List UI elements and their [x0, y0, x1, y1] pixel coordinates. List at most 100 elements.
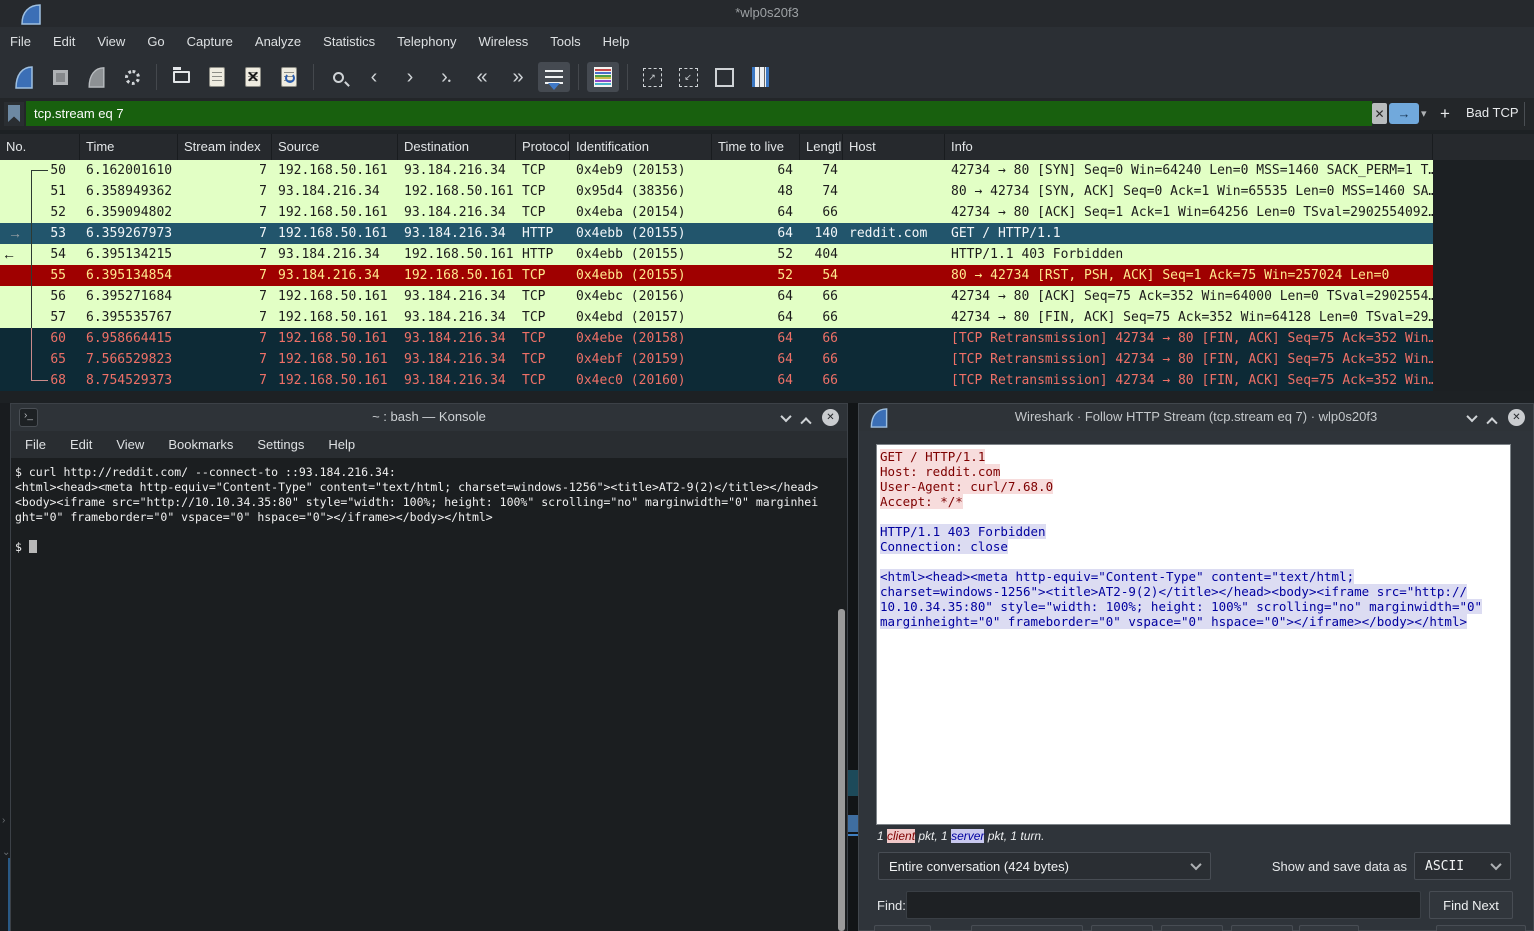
clear-filter-icon[interactable]: ✕	[1372, 103, 1387, 124]
column-header-proto[interactable]: Protocol	[516, 134, 570, 160]
column-header-ident[interactable]: Identification	[570, 134, 712, 160]
menu-edit[interactable]: Edit	[53, 34, 75, 49]
menu-capture[interactable]: Capture	[187, 34, 233, 49]
cell-ident: 0x4ebe (20158)	[570, 328, 712, 349]
add-filter-button[interactable]: +	[1440, 104, 1450, 124]
menu-file[interactable]: File	[10, 34, 31, 49]
menu-statistics[interactable]: Statistics	[323, 34, 375, 49]
cell-ident: 0x4ebb (20155)	[570, 223, 712, 244]
zoom-in-icon[interactable]: ↗	[636, 62, 668, 92]
bookmark-icon[interactable]	[4, 102, 24, 126]
main-titlebar[interactable]: *wlp0s20f3	[0, 0, 1534, 27]
terminal-scrollbar[interactable]	[838, 609, 845, 931]
konsole-menu-settings[interactable]: Settings	[257, 437, 304, 452]
bottom-button-sliver[interactable]	[1299, 925, 1359, 931]
packet-row[interactable]: 688.7545293737192.168.50.16193.184.216.3…	[0, 370, 1433, 391]
menu-telephony[interactable]: Telephony	[397, 34, 456, 49]
konsole-titlebar[interactable]: ›_ ~ : bash — Konsole ✕	[11, 404, 847, 431]
bottom-button-sliver[interactable]	[1436, 925, 1526, 931]
auto-scroll-icon[interactable]	[538, 62, 570, 92]
background-scrollbar-fragment[interactable]	[848, 815, 858, 832]
column-header-dest[interactable]: Destination	[398, 134, 516, 160]
minimize-icon[interactable]	[1466, 410, 1477, 421]
packet-row[interactable]: 657.5665298237192.168.50.16193.184.216.3…	[0, 349, 1433, 370]
column-header-stream[interactable]: Stream index	[178, 134, 272, 160]
show-save-label: Show and save data as	[1267, 859, 1407, 874]
filter-shortcut-bad-tcp[interactable]: Bad TCP	[1466, 105, 1519, 120]
terminal-output[interactable]: $ curl http://reddit.com/ --connect-to :…	[11, 458, 847, 931]
restart-capture-icon[interactable]	[80, 62, 112, 92]
konsole-menu-file[interactable]: File	[25, 437, 46, 452]
find-packet-icon[interactable]	[322, 62, 354, 92]
konsole-menu-bookmarks[interactable]: Bookmarks	[168, 437, 233, 452]
konsole-menu-help[interactable]: Help	[328, 437, 355, 452]
find-next-button[interactable]: Find Next	[1429, 891, 1513, 919]
column-header-no[interactable]: No.	[0, 134, 80, 160]
bottom-button-sliver[interactable]	[874, 925, 931, 931]
main-toolbar: ✕ ‹ › ›• « » ↗ ↙	[0, 56, 1534, 98]
conversation-select[interactable]: Entire conversation (424 bytes)	[878, 852, 1211, 880]
column-header-info[interactable]: Info	[945, 134, 1433, 160]
bottom-button-sliver[interactable]	[1231, 925, 1293, 931]
packet-row[interactable]: 546.395134215793.184.216.34192.168.50.16…	[0, 244, 1433, 265]
display-filter-input[interactable]: tcp.stream eq 7	[26, 101, 1372, 126]
find-input[interactable]	[906, 891, 1421, 919]
bottom-button-sliver[interactable]	[1161, 925, 1223, 931]
stream-content[interactable]: GET / HTTP/1.1Host: reddit.comUser-Agent…	[876, 444, 1511, 825]
stop-capture-icon[interactable]	[44, 62, 76, 92]
konsole-menu-edit[interactable]: Edit	[70, 437, 92, 452]
konsole-menu-view[interactable]: View	[116, 437, 144, 452]
packet-row[interactable]: 556.395134854793.184.216.34192.168.50.16…	[0, 265, 1433, 286]
packet-list-header[interactable]: No.TimeStream indexSourceDestinationProt…	[0, 134, 1534, 160]
column-header-time[interactable]: Time	[80, 134, 178, 160]
start-capture-icon[interactable]	[8, 62, 40, 92]
cell-time: 6.359094802	[80, 202, 178, 223]
normal-size-icon[interactable]	[708, 62, 740, 92]
packet-row[interactable]: 526.3590948027192.168.50.16193.184.216.3…	[0, 202, 1433, 223]
encoding-select[interactable]: ASCII	[1414, 852, 1511, 880]
close-icon[interactable]: ✕	[1508, 409, 1525, 426]
column-header-host[interactable]: Host	[843, 134, 945, 160]
previous-packet-icon[interactable]: ‹	[358, 62, 390, 92]
reload-file-icon[interactable]	[273, 62, 305, 92]
packet-row[interactable]: 606.9586644157192.168.50.16193.184.216.3…	[0, 328, 1433, 349]
filter-dropdown-icon[interactable]: ▾	[1421, 107, 1427, 120]
toolbar-separator	[578, 64, 579, 90]
last-packet-icon[interactable]: »	[502, 62, 534, 92]
close-file-icon[interactable]: ✕	[237, 62, 269, 92]
save-file-icon[interactable]	[201, 62, 233, 92]
packet-row[interactable]: 576.3955357677192.168.50.16193.184.216.3…	[0, 307, 1433, 328]
maximize-icon[interactable]	[800, 417, 811, 428]
cell-source: 192.168.50.161	[272, 328, 398, 349]
packet-row[interactable]: 566.3952716847192.168.50.16193.184.216.3…	[0, 286, 1433, 307]
apply-filter-icon[interactable]: →	[1389, 103, 1419, 124]
bottom-button-sliver[interactable]	[971, 925, 1083, 931]
column-header-source[interactable]: Source	[272, 134, 398, 160]
colorize-icon[interactable]	[587, 62, 619, 92]
packet-row[interactable]: 516.358949362793.184.216.34192.168.50.16…	[0, 181, 1433, 202]
bottom-button-sliver[interactable]	[1091, 925, 1153, 931]
dialog-titlebar[interactable]: Wireshark · Follow HTTP Stream (tcp.stre…	[859, 404, 1533, 431]
capture-options-icon[interactable]	[116, 62, 148, 92]
go-to-packet-icon[interactable]: ›•	[430, 62, 462, 92]
zoom-out-icon[interactable]: ↙	[672, 62, 704, 92]
menu-analyze[interactable]: Analyze	[255, 34, 301, 49]
minimize-icon[interactable]	[780, 410, 791, 421]
menu-view[interactable]: View	[97, 34, 125, 49]
packet-row[interactable]: 506.1620016107192.168.50.16193.184.216.3…	[0, 160, 1433, 181]
menu-tools[interactable]: Tools	[550, 34, 580, 49]
open-file-icon[interactable]	[165, 62, 197, 92]
next-packet-icon[interactable]: ›	[394, 62, 426, 92]
maximize-icon[interactable]	[1486, 417, 1497, 428]
column-header-ttl[interactable]: Time to live	[712, 134, 800, 160]
packet-row[interactable]: 536.3592679737192.168.50.16193.184.216.3…	[0, 223, 1433, 244]
menu-help[interactable]: Help	[603, 34, 630, 49]
background-fragment	[848, 770, 858, 796]
column-header-len[interactable]: Lengtl	[800, 134, 843, 160]
resize-columns-icon[interactable]	[744, 62, 776, 92]
cell-len: 66	[800, 349, 843, 370]
first-packet-icon[interactable]: «	[466, 62, 498, 92]
menu-wireless[interactable]: Wireless	[478, 34, 528, 49]
close-icon[interactable]: ✕	[822, 409, 839, 426]
menu-go[interactable]: Go	[147, 34, 164, 49]
